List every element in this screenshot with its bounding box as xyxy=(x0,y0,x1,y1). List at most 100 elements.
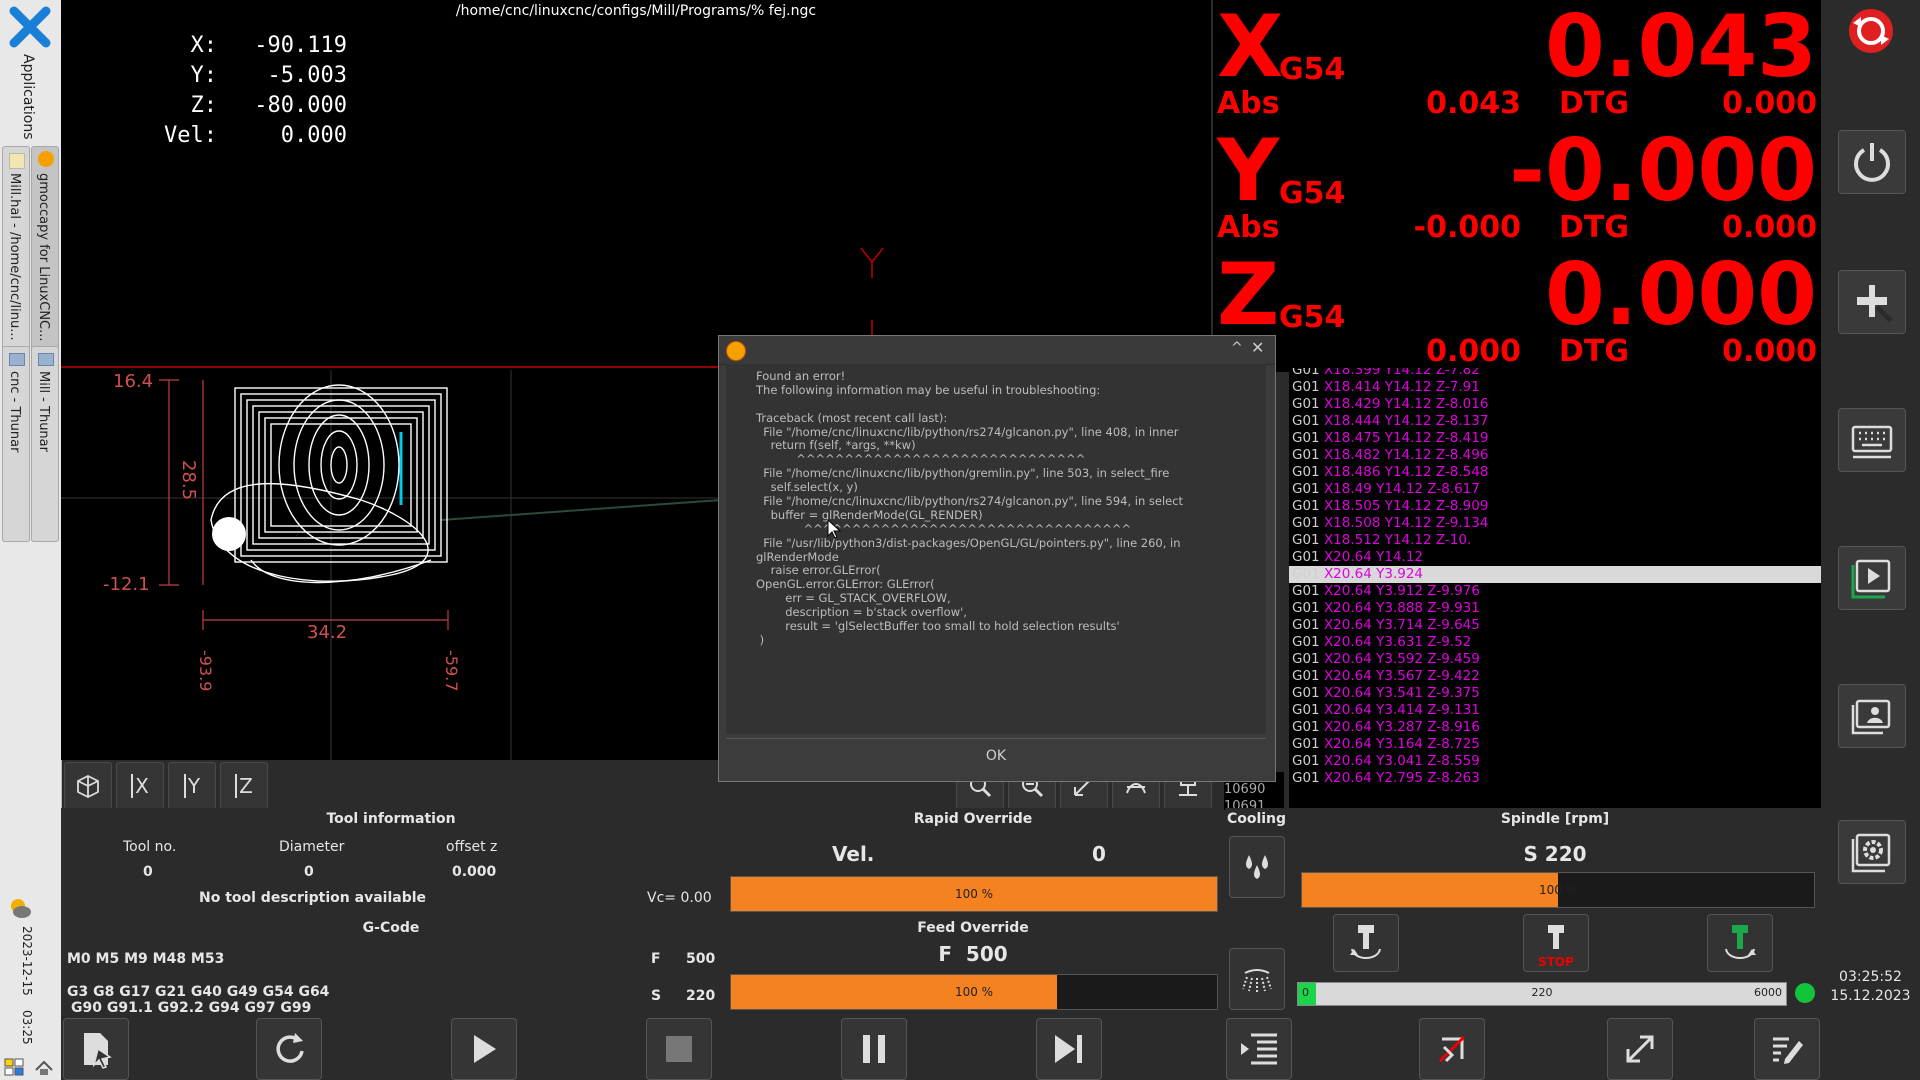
run-from-line-button[interactable] xyxy=(1226,1018,1292,1080)
settings-button[interactable] xyxy=(1838,820,1906,884)
gcode-line[interactable]: G01 X20.64 Y14.12 xyxy=(1289,549,1821,566)
manual-mode-button[interactable] xyxy=(1838,270,1906,334)
spindle-reverse-button[interactable] xyxy=(1707,914,1773,972)
folder-icon xyxy=(38,353,54,366)
window-button-cnc-thunar[interactable]: cnc - Thunar xyxy=(2,346,30,542)
gcode-line[interactable]: G01 X20.64 Y3.287 Z-8.916 xyxy=(1289,719,1821,736)
gcode-coords: X18.414 Y14.12 Z-7.91 xyxy=(1323,379,1480,395)
run-button[interactable] xyxy=(451,1018,517,1080)
gcode-word: G01 xyxy=(1292,719,1320,735)
window-button-mill-thunar[interactable]: Mill - Thunar xyxy=(31,346,59,542)
feed-override-slider[interactable]: 100 % xyxy=(730,974,1218,1010)
user-tabs-button[interactable] xyxy=(1838,684,1906,748)
dro-y-value[interactable]: -0.000 xyxy=(1377,128,1817,214)
mdi-mode-button[interactable] xyxy=(1838,408,1906,472)
gcode-word: G01 xyxy=(1292,396,1320,412)
dro-x-value[interactable]: 0.043 xyxy=(1377,4,1817,90)
gcode-coords: X18.512 Y14.12 Z-10. xyxy=(1323,532,1472,548)
estop-button[interactable] xyxy=(1838,0,1904,62)
load-file-icon xyxy=(84,1033,112,1069)
coolant-flood-button[interactable] xyxy=(1229,836,1285,898)
gcode-line[interactable]: G01 X20.64 Y3.912 Z-9.976 xyxy=(1289,583,1821,600)
coolant-drops-icon xyxy=(1246,855,1268,879)
gcode-word: G01 xyxy=(1292,736,1320,752)
pause-icon xyxy=(863,1035,885,1063)
gcode-line[interactable]: G01 X20.64 Y3.714 Z-9.645 xyxy=(1289,617,1821,634)
edit-button[interactable] xyxy=(1754,1018,1820,1080)
gcode-line[interactable]: G01 X18.508 Y14.12 Z-9.134 xyxy=(1289,515,1821,532)
folder-icon xyxy=(9,353,25,366)
auto-mode-button[interactable] xyxy=(1838,546,1906,610)
gcode-coords: X20.64 Y3.287 Z-8.916 xyxy=(1323,719,1480,735)
gcode-line[interactable]: G01 X18.475 Y14.12 Z-8.419 xyxy=(1289,430,1821,447)
traceback-line xyxy=(756,398,1183,412)
error-dialog: ^ ✕ Found an error! The following informa… xyxy=(718,335,1276,782)
gcode-line[interactable]: G01 X20.64 Y3.888 Z-9.931 xyxy=(1289,600,1821,617)
spindle-override-slider[interactable]: 100 % xyxy=(1301,872,1815,908)
view-x-button[interactable]: X xyxy=(116,762,164,810)
dialog-maximize-icon[interactable]: ^ xyxy=(1231,340,1243,356)
step-button[interactable] xyxy=(1036,1018,1102,1080)
window-label: gmoccapy for LinuxCNC... xyxy=(36,173,51,342)
fullscreen-button[interactable] xyxy=(1607,1018,1673,1080)
gcode-line[interactable]: G01 X18.399 Y14.12 Z-7.82 xyxy=(1289,368,1821,379)
view-z-button[interactable]: Z xyxy=(220,762,268,810)
power-button[interactable] xyxy=(1838,130,1906,194)
gcode-coords: X18.482 Y14.12 Z-8.496 xyxy=(1323,447,1489,463)
gcode-line[interactable]: G01 X20.64 Y3.041 Z-8.559 xyxy=(1289,753,1821,770)
optional-stop-button[interactable] xyxy=(1419,1018,1485,1080)
traceback-line: ) xyxy=(756,632,765,647)
power-icon xyxy=(1854,143,1890,182)
gcode-coords: X20.64 Y3.567 Z-9.422 xyxy=(1323,668,1480,684)
network-icon[interactable] xyxy=(34,1058,54,1076)
gcode-line[interactable]: G01 X20.64 Y3.631 Z-9.52 xyxy=(1289,634,1821,651)
gcode-listing[interactable]: G01 X18.399 Y14.12 Z-7.82 G01 X18.414 Y14… xyxy=(1289,368,1821,808)
workspace-switcher-icon[interactable] xyxy=(4,1058,24,1076)
gcode-word: G01 xyxy=(1292,464,1320,480)
spindle-forward-button[interactable] xyxy=(1333,914,1399,972)
gcode-coords: X20.64 Y14.12 xyxy=(1323,549,1424,565)
traceback-line: self.select(x, y) xyxy=(756,480,858,495)
offset-z-header: offset z xyxy=(446,839,498,855)
gcode-line[interactable]: G01 X18.49 Y14.12 Z-8.617 xyxy=(1289,481,1821,498)
gcode-line[interactable]: G01 X20.64 Y3.592 Z-9.459 xyxy=(1289,651,1821,668)
gcode-line[interactable]: G01 X18.512 Y14.12 Z-10. xyxy=(1289,532,1821,549)
traceback-line: OpenGL.error.GLError: GLError( xyxy=(756,577,935,592)
gcode-line[interactable]: G01 X20.64 Y3.164 Z-8.725 xyxy=(1289,736,1821,753)
gcode-line[interactable]: G01 X18.486 Y14.12 Z-8.548 xyxy=(1289,464,1821,481)
reload-button[interactable] xyxy=(256,1018,322,1080)
gcode-lines: G01 X18.399 Y14.12 Z-7.82 G01 X18.414 Y14… xyxy=(1289,368,1821,787)
xfce-logo-icon[interactable] xyxy=(8,5,52,49)
gcode-word: G01 xyxy=(1292,702,1320,718)
gcode-line[interactable]: G01 X18.414 Y14.12 Z-7.91 xyxy=(1289,379,1821,396)
gcode-coords: X18.486 Y14.12 Z-8.548 xyxy=(1323,464,1489,480)
text-file-icon xyxy=(9,153,25,169)
dialog-titlebar[interactable]: ^ ✕ xyxy=(719,336,1275,365)
spindle-stop-button[interactable]: STOP xyxy=(1523,914,1589,972)
view-y-button[interactable]: Y xyxy=(168,762,216,810)
gcode-line-selected[interactable]: G01 X20.64 Y3.924 xyxy=(1289,566,1821,583)
pause-button[interactable] xyxy=(841,1018,907,1080)
gcode-line[interactable]: G01 X18.429 Y14.12 Z-8.016 xyxy=(1289,396,1821,413)
readout-value: -80.000 xyxy=(254,93,347,118)
load-file-button[interactable] xyxy=(63,1018,129,1080)
dro-x-abs-label: Abs xyxy=(1217,86,1280,121)
gcode-line[interactable]: G01 X20.64 Y3.567 Z-9.422 xyxy=(1289,668,1821,685)
applications-menu[interactable]: Applications xyxy=(20,54,36,140)
dialog-close-icon[interactable]: ✕ xyxy=(1251,338,1264,357)
gcode-line[interactable]: G01 X18.505 Y14.12 Z-8.909 xyxy=(1289,498,1821,515)
dialog-ok-button[interactable]: OK xyxy=(726,738,1266,773)
coolant-mist-button[interactable] xyxy=(1229,948,1285,1010)
dro-z-value[interactable]: 0.000 xyxy=(1377,252,1817,338)
rapid-override-slider[interactable]: 100 % xyxy=(730,876,1218,912)
gcode-line[interactable]: G01 X18.482 Y14.12 Z-8.496 xyxy=(1289,447,1821,464)
gcode-line[interactable]: G01 X20.64 Y3.541 Z-9.375 xyxy=(1289,685,1821,702)
gcode-word: G01 xyxy=(1292,515,1320,531)
gcode-line[interactable]: G01 X18.444 Y14.12 Z-8.137 xyxy=(1289,413,1821,430)
gcode-line[interactable]: G01 X20.64 Y3.414 Z-9.131 xyxy=(1289,702,1821,719)
gcode-line[interactable]: G01 X20.64 Y2.795 Z-8.263 xyxy=(1289,770,1821,787)
weather-icon[interactable] xyxy=(8,896,32,920)
stop-button[interactable] xyxy=(646,1018,712,1080)
view-perspective-button[interactable] xyxy=(64,762,112,810)
traceback-line: result = 'glSelectBuffer too small to ho… xyxy=(756,619,1120,634)
